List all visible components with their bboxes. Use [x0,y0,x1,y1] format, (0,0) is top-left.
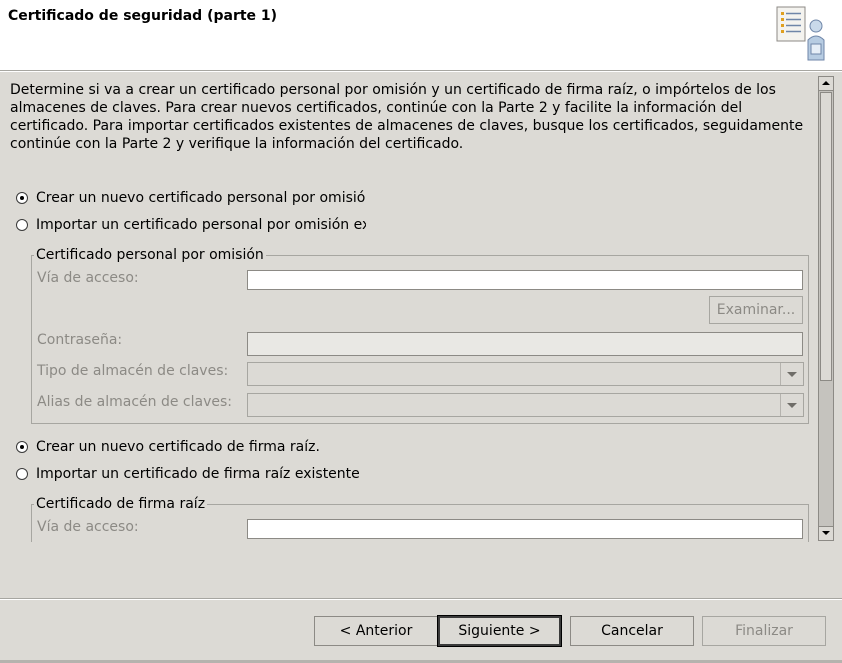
browse-button[interactable]: Examinar... [709,296,803,324]
scroll-up-icon[interactable] [819,77,833,91]
certificate-person-icon [774,4,830,64]
personal-path-input[interactable] [247,270,803,290]
radio-create-root-label: Crear un nuevo certificado de firma raíz… [36,439,320,455]
radio-create-root-indicator[interactable] [16,441,28,453]
vertical-scrollbar[interactable] [818,76,834,541]
personal-path-label: Vía de acceso: [37,270,139,286]
cancel-button[interactable]: Cancelar [570,616,694,646]
root-certificate-group: Certificado de firma raíz Vía de acceso: [31,495,809,542]
root-path-input[interactable] [247,519,803,539]
page-title: Certificado de seguridad (parte 1) [8,8,278,24]
keystore-type-select[interactable] [247,362,804,386]
finish-button[interactable]: Finalizar [702,616,826,646]
radio-create-root[interactable]: Crear un nuevo certificado de firma raíz… [16,438,366,458]
radio-import-root-indicator[interactable] [16,468,28,480]
radio-import-root-label: Importar un certificado de firma raíz ex… [36,466,360,482]
next-button[interactable]: Siguiente > [437,615,562,647]
radio-import-root[interactable]: Importar un certificado de firma raíz ex… [16,465,366,485]
footer-separator-highlight [0,599,842,600]
root-path-label: Vía de acceso: [37,519,139,535]
password-label: Contraseña: [37,332,123,348]
radio-import-personal-label: Importar un certificado personal por omi… [36,217,366,233]
root-group-title: Certificado de firma raíz [34,495,208,513]
personal-certificate-group: Certificado personal por omisión Vía de … [31,246,809,424]
keystore-alias-select[interactable] [247,393,804,417]
personal-group-title: Certificado personal por omisión [34,246,266,264]
scroll-down-icon[interactable] [819,526,833,540]
chevron-down-icon[interactable] [780,363,803,385]
keystore-alias-label: Alias de almacén de claves: [37,394,232,410]
keystore-type-label: Tipo de almacén de claves: [37,363,229,379]
scroll-viewport: Determine si va a crear un certificado p… [0,72,818,542]
wizard-header: Certificado de seguridad (parte 1) [0,0,842,71]
radio-import-personal[interactable]: Importar un certificado personal por omi… [16,216,366,236]
radio-create-personal-label: Crear un nuevo certificado personal por … [36,190,366,206]
chevron-down-icon[interactable] [780,394,803,416]
radio-import-personal-indicator[interactable] [16,219,28,231]
password-input[interactable] [247,332,803,356]
back-button[interactable]: < Anterior [314,616,438,646]
radio-create-personal[interactable]: Crear un nuevo certificado personal por … [16,189,366,209]
scrollbar-thumb[interactable] [820,92,832,381]
radio-create-personal-indicator[interactable] [16,192,28,204]
intro-text: Determine si va a crear un certificado p… [10,82,804,152]
